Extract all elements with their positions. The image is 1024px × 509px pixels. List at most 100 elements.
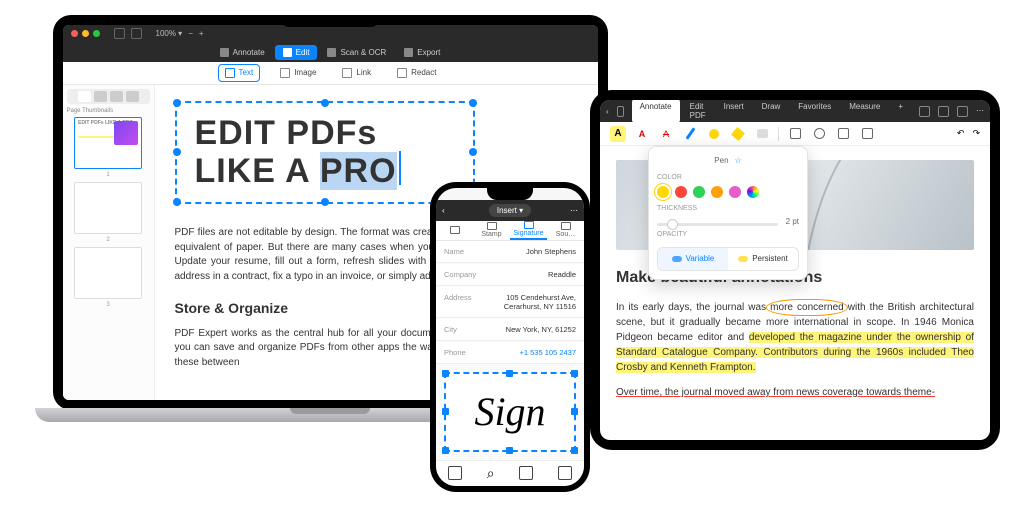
resize-handle[interactable] <box>442 370 449 377</box>
tab-scan-ocr[interactable]: Scan & OCR <box>319 45 394 60</box>
annotations-tab-icon[interactable] <box>126 91 139 102</box>
traffic-lights[interactable] <box>71 30 100 37</box>
tab-checkbox[interactable] <box>436 221 473 239</box>
text-settings-icon[interactable] <box>957 106 968 117</box>
tab-favorites[interactable]: Favorites <box>790 100 839 123</box>
color-custom[interactable] <box>747 186 759 198</box>
outline-tab-icon[interactable] <box>94 91 107 102</box>
tab-measure[interactable]: Measure <box>841 100 888 123</box>
field-name[interactable]: NameJohn Stephens <box>436 241 584 263</box>
tab-stamp[interactable]: Stamp <box>473 221 510 239</box>
tab-export[interactable]: Export <box>396 45 448 60</box>
underline-tool[interactable]: A <box>634 126 650 142</box>
reader-icon[interactable] <box>519 466 533 480</box>
search-icon[interactable] <box>919 106 930 117</box>
tool-image[interactable]: Image <box>274 65 322 81</box>
highlighter-tool[interactable]: A <box>610 126 626 142</box>
bookmark-icon[interactable] <box>558 466 572 480</box>
tab-sound[interactable]: Sou… <box>547 221 584 239</box>
tab-signature[interactable]: Signature <box>510 221 547 239</box>
tab-edit[interactable]: Edit <box>275 45 318 60</box>
resize-handle[interactable] <box>506 447 513 454</box>
opacity-persistent[interactable]: Persistent <box>728 248 798 270</box>
circled-annotation[interactable]: more concerned <box>770 302 844 313</box>
tab-insert[interactable]: Insert <box>716 100 752 123</box>
field-company[interactable]: CompanyReaddle <box>436 264 584 286</box>
slider-knob[interactable] <box>667 219 678 230</box>
resize-handle[interactable] <box>469 148 477 156</box>
page-thumbnail-1[interactable]: EDIT PDFs LIKE A PRO <box>74 117 142 169</box>
page-thumbnail-3[interactable] <box>74 247 142 299</box>
underlined-annotation[interactable]: Over time, the journal moved away from n… <box>616 387 935 398</box>
zoom-control[interactable]: 100% ▾ − + <box>156 29 204 38</box>
field-city[interactable]: CityNew York, NY, 61252 <box>436 319 584 341</box>
tool-text[interactable]: Text <box>218 64 261 82</box>
tab-draw[interactable]: Draw <box>754 100 789 123</box>
insert-dropdown[interactable]: Insert ▾ <box>489 204 531 217</box>
more-icon[interactable]: ⋯ <box>976 106 984 117</box>
zoom-out-icon[interactable]: − <box>188 29 193 38</box>
tab-annotate[interactable]: Annotate <box>212 45 273 60</box>
back-icon[interactable]: ‹ <box>606 107 609 116</box>
bookmark-icon[interactable] <box>938 106 949 117</box>
tool-link[interactable]: Link <box>336 65 377 81</box>
resize-handle[interactable] <box>173 198 181 206</box>
undo-icon[interactable]: ↶ <box>957 128 965 139</box>
back-icon[interactable]: ‹ <box>442 206 445 215</box>
field-address[interactable]: Address105 Cendehurst Ave, Cerarhurst, N… <box>436 287 584 318</box>
text-edit-selection[interactable]: EDIT PDFs LIKE A PRO <box>175 101 475 204</box>
doc-heading[interactable]: EDIT PDFs LIKE A PRO <box>195 115 455 190</box>
resize-handle[interactable] <box>571 447 578 454</box>
color-pink[interactable] <box>729 186 741 198</box>
resize-handle[interactable] <box>442 408 449 415</box>
view-toggles[interactable] <box>114 28 142 39</box>
thickness-slider[interactable] <box>657 223 778 226</box>
close-icon[interactable] <box>71 30 78 37</box>
zoom-in-icon[interactable]: + <box>199 29 204 38</box>
color-red[interactable] <box>675 186 687 198</box>
resize-handle[interactable] <box>571 370 578 377</box>
marker-tool[interactable] <box>706 126 722 142</box>
resize-handle[interactable] <box>571 408 578 415</box>
search-icon[interactable]: ⌕ <box>487 465 495 482</box>
sidebar-toggle-icon[interactable] <box>114 28 125 39</box>
resize-handle[interactable] <box>173 148 181 156</box>
tool-redact[interactable]: Redact <box>391 65 442 81</box>
thumbnails-icon[interactable] <box>448 466 462 480</box>
eraser-tool[interactable] <box>754 126 770 142</box>
thumbnails-tab-icon[interactable] <box>78 91 91 102</box>
resize-handle[interactable] <box>469 99 477 107</box>
signature-box[interactable]: Sign <box>444 372 576 452</box>
shape-tool[interactable] <box>811 126 827 142</box>
resize-handle[interactable] <box>506 370 513 377</box>
article-paragraph-2[interactable]: Over time, the journal moved away from n… <box>616 385 974 400</box>
ipad-document[interactable]: Pen ☆ COLOR THICKNESS 2 pt OPACITY <box>600 146 990 440</box>
color-orange[interactable] <box>711 186 723 198</box>
pencil-tool[interactable] <box>730 126 746 142</box>
minimize-icon[interactable] <box>82 30 89 37</box>
article-paragraph-1[interactable]: In its early days, the journal was more … <box>616 300 974 375</box>
field-phone[interactable]: Phone+1 535 105 2437 <box>436 342 584 364</box>
tab-edit-pdf[interactable]: Edit PDF <box>682 100 714 123</box>
color-green[interactable] <box>693 186 705 198</box>
resize-handle[interactable] <box>442 447 449 454</box>
page-thumbnail-2[interactable] <box>74 182 142 234</box>
color-yellow[interactable] <box>657 186 669 198</box>
favorite-star-icon[interactable]: ☆ <box>735 155 742 167</box>
add-tab-icon[interactable]: + <box>890 100 911 123</box>
resize-handle[interactable] <box>321 198 329 206</box>
resize-handle[interactable] <box>173 99 181 107</box>
redo-icon[interactable]: ↷ <box>972 128 980 139</box>
sidebar-view-tabs[interactable] <box>67 89 150 104</box>
zoom-value[interactable]: 100% ▾ <box>156 29 183 38</box>
tab-annotate[interactable]: Annotate <box>632 100 680 123</box>
text-tool[interactable] <box>787 126 803 142</box>
grid-icon[interactable] <box>617 106 624 117</box>
strikethrough-tool[interactable]: A <box>658 126 674 142</box>
resize-handle[interactable] <box>321 99 329 107</box>
stamp-tool[interactable] <box>835 126 851 142</box>
maximize-icon[interactable] <box>93 30 100 37</box>
pen-tool[interactable] <box>682 126 698 142</box>
bookmarks-tab-icon[interactable] <box>110 91 123 102</box>
more-icon[interactable]: ⋯ <box>570 206 578 215</box>
